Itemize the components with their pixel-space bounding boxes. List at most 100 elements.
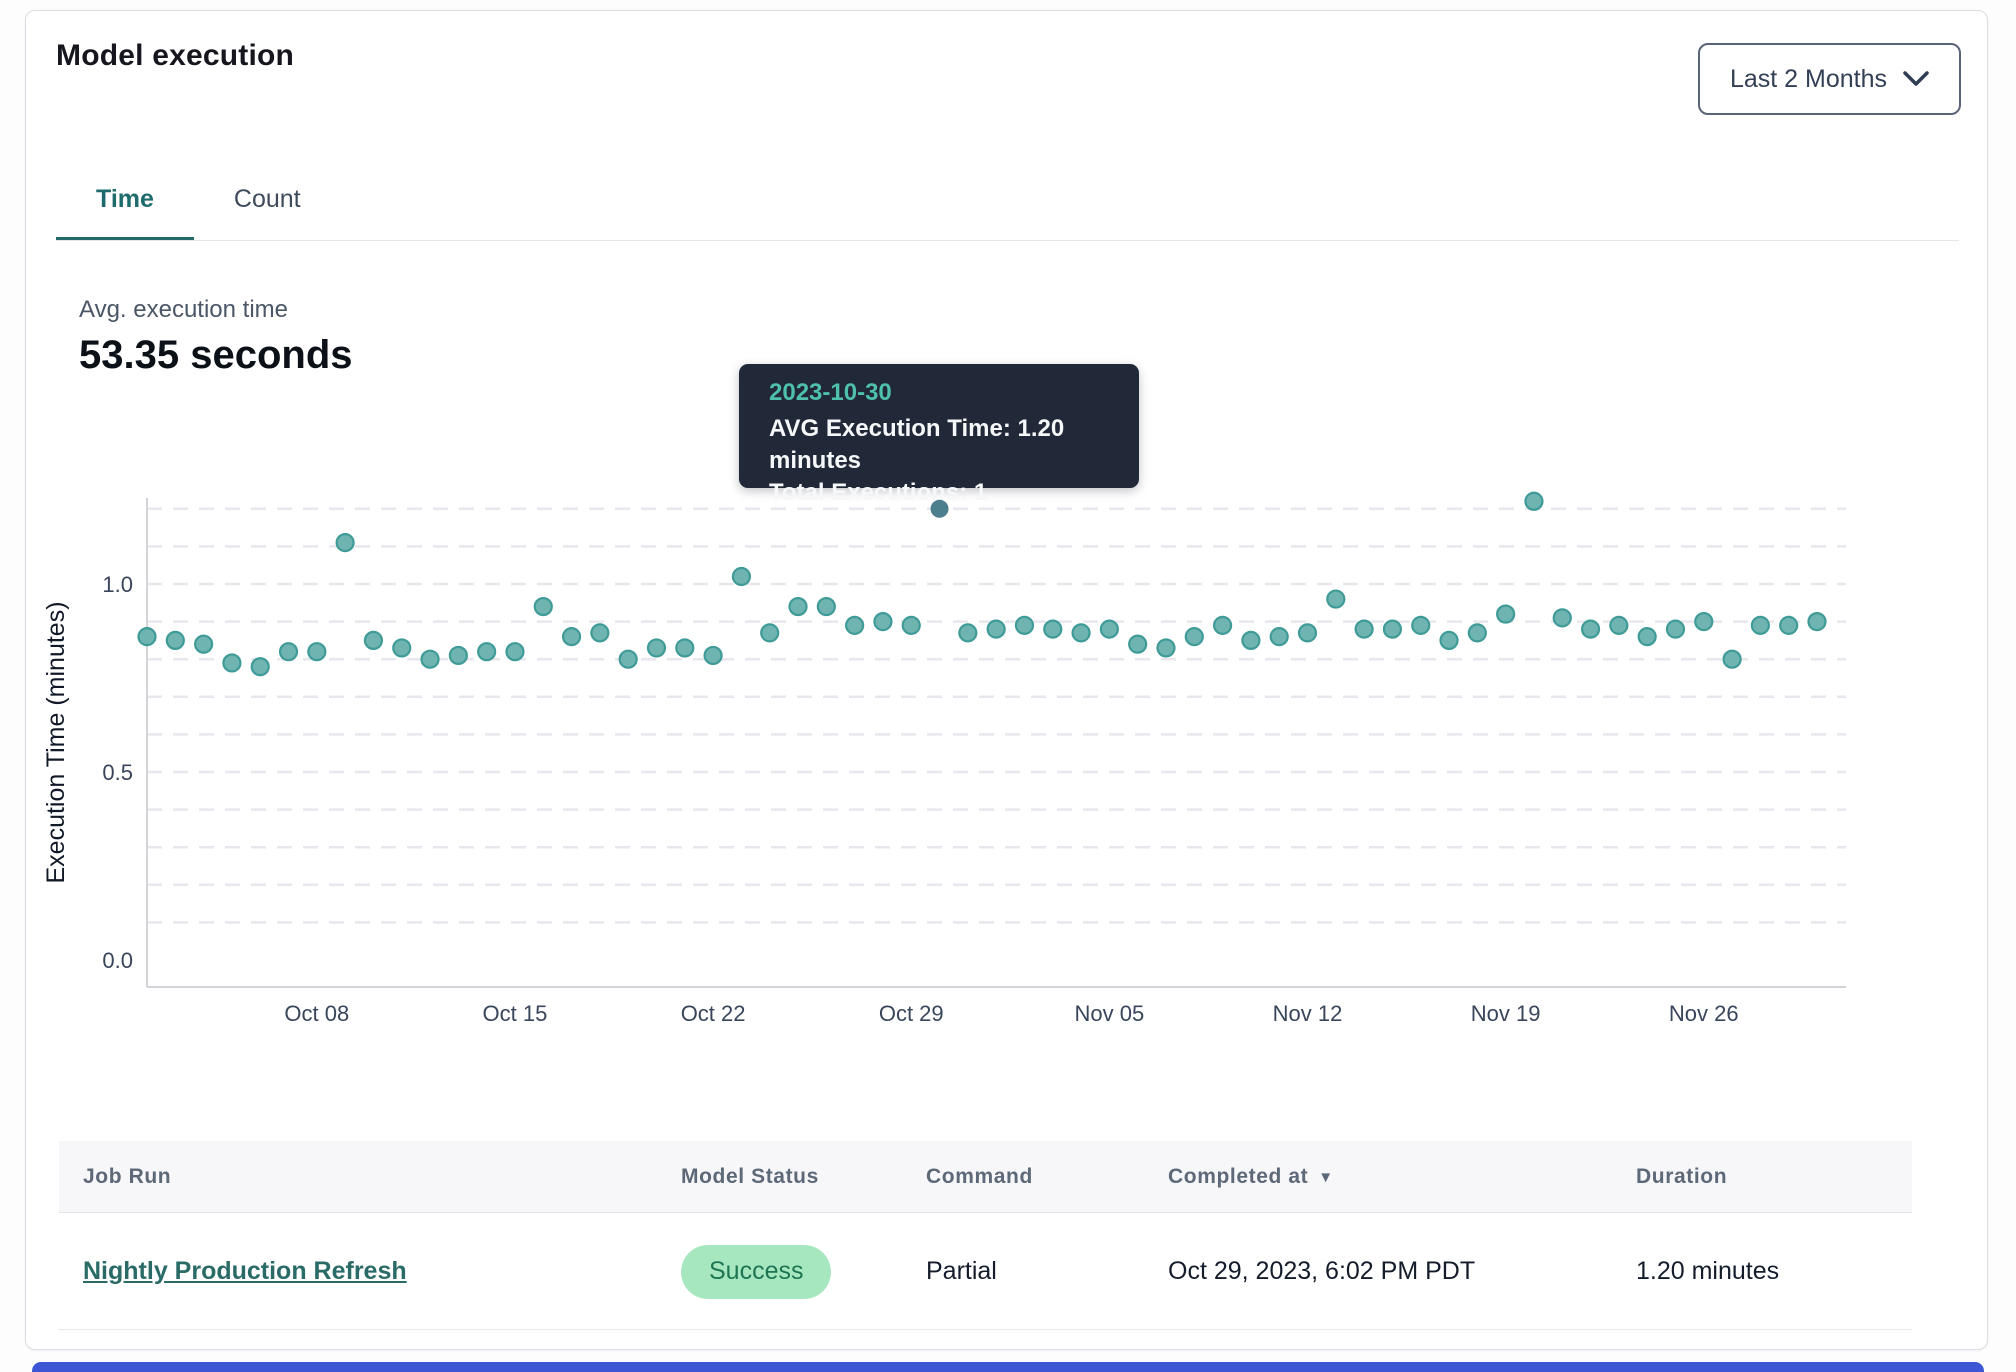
tab-time[interactable]: Time <box>56 161 194 240</box>
scatter-point[interactable] <box>988 621 1005 638</box>
scatter-point[interactable] <box>705 647 722 664</box>
table-header-row: Job Run Model Status Command Completed a… <box>59 1141 1912 1213</box>
header-command[interactable]: Command <box>926 1141 1033 1213</box>
scatter-point[interactable] <box>818 598 835 615</box>
duration-cell: 1.20 minutes <box>1636 1213 1779 1330</box>
job-runs-table: Job Run Model Status Command Completed a… <box>59 1141 1912 1330</box>
header-model-status[interactable]: Model Status <box>681 1141 819 1213</box>
scatter-point[interactable] <box>1639 628 1656 645</box>
scatter-point[interactable] <box>1356 621 1373 638</box>
scatter-point[interactable] <box>337 534 354 551</box>
date-range-label: Last 2 Months <box>1730 65 1887 94</box>
y-tick-label: 1.0 <box>102 572 133 597</box>
y-axis-title: Execution Time (minutes) <box>42 601 70 883</box>
scatter-point[interactable] <box>139 628 156 645</box>
scatter-point[interactable] <box>1214 617 1231 634</box>
execution-time-scatter-chart: 0.0 0.5 1.0 Execution Time (minutes) Oct 08 O… <box>26 461 1989 1041</box>
header-completed-at[interactable]: Completed at ▼ <box>1168 1141 1334 1213</box>
chevron-down-icon <box>1903 71 1929 87</box>
scatter-point[interactable] <box>1525 493 1542 510</box>
scatter-point[interactable] <box>1101 621 1118 638</box>
x-tick-label: Oct 22 <box>681 1001 746 1026</box>
scatter-point[interactable] <box>1441 632 1458 649</box>
scatter-point[interactable] <box>223 654 240 671</box>
tab-count[interactable]: Count <box>194 161 341 240</box>
scatter-point[interactable] <box>1497 606 1514 623</box>
scatter-point[interactable] <box>1724 651 1741 668</box>
scatter-point[interactable] <box>1384 621 1401 638</box>
tooltip-date: 2023-10-30 <box>769 379 1109 407</box>
scatter-point[interactable] <box>365 632 382 649</box>
scatter-point[interactable] <box>903 617 920 634</box>
scatter-point[interactable] <box>478 643 495 660</box>
scatter-point[interactable] <box>1808 613 1825 630</box>
y-tick-label: 0.5 <box>102 760 133 785</box>
scatter-point[interactable] <box>676 639 693 656</box>
scatter-point[interactable] <box>1327 591 1344 608</box>
scatter-point[interactable] <box>1186 628 1203 645</box>
scatter-point[interactable] <box>648 639 665 656</box>
scatter-point[interactable] <box>1299 624 1316 641</box>
scatter-point[interactable] <box>1129 636 1146 653</box>
completed-at-cell: Oct 29, 2023, 6:02 PM PDT <box>1168 1213 1475 1330</box>
avg-execution-time-value: 53.35 seconds <box>79 333 353 378</box>
scatter-point[interactable] <box>167 632 184 649</box>
x-tick-label: Nov 19 <box>1471 1001 1541 1026</box>
scatter-plot-svg: 0.0 0.5 1.0 Execution Time (minutes) Oct 08 O… <box>26 461 1989 1041</box>
scatter-point[interactable] <box>1271 628 1288 645</box>
x-tick-label: Nov 12 <box>1273 1001 1343 1026</box>
scatter-point[interactable] <box>959 624 976 641</box>
scatter-point[interactable] <box>790 598 807 615</box>
scatter-point[interactable] <box>393 639 410 656</box>
scatter-point[interactable] <box>1695 613 1712 630</box>
scatter-point[interactable] <box>591 624 608 641</box>
scatter-point[interactable] <box>1554 609 1571 626</box>
scatter-point[interactable] <box>874 613 891 630</box>
scatter-point[interactable] <box>1157 639 1174 656</box>
scatter-point[interactable] <box>1412 617 1429 634</box>
scatter-point[interactable] <box>195 636 212 653</box>
command-cell: Partial <box>926 1213 997 1330</box>
x-tick-label: Nov 26 <box>1669 1001 1739 1026</box>
y-tick-label: 0.0 <box>102 948 133 973</box>
date-range-dropdown[interactable]: Last 2 Months <box>1698 43 1961 115</box>
scatter-point[interactable] <box>252 658 269 675</box>
chart-tabs: Time Count <box>56 161 1959 241</box>
x-tick-label: Oct 29 <box>879 1001 944 1026</box>
scatter-point[interactable] <box>1780 617 1797 634</box>
scatter-point[interactable] <box>1610 617 1627 634</box>
model-execution-card: Model execution Last 2 Months Time Count… <box>25 10 1988 1350</box>
scatter-point[interactable] <box>1469 624 1486 641</box>
sort-desc-icon[interactable]: ▼ <box>1318 1169 1333 1186</box>
scatter-point[interactable] <box>761 624 778 641</box>
x-tick-label: Oct 08 <box>284 1001 349 1026</box>
scatter-point[interactable] <box>1242 632 1259 649</box>
job-run-link[interactable]: Nightly Production Refresh <box>83 1257 407 1286</box>
scatter-point[interactable] <box>308 643 325 660</box>
scatter-point[interactable] <box>1752 617 1769 634</box>
scatter-point[interactable] <box>450 647 467 664</box>
page-title: Model execution <box>56 39 294 73</box>
scatter-point[interactable] <box>1073 624 1090 641</box>
scatter-point-highlighted[interactable] <box>931 500 949 518</box>
scatter-point[interactable] <box>1667 621 1684 638</box>
next-card-top-edge <box>32 1362 1984 1372</box>
scatter-point[interactable] <box>563 628 580 645</box>
header-job-run[interactable]: Job Run <box>83 1141 171 1213</box>
avg-execution-time-label: Avg. execution time <box>79 296 288 324</box>
scatter-point[interactable] <box>422 651 439 668</box>
scatter-point[interactable] <box>535 598 552 615</box>
scatter-point[interactable] <box>1582 621 1599 638</box>
scatter-point[interactable] <box>1016 617 1033 634</box>
scatter-point[interactable] <box>733 568 750 585</box>
x-tick-label: Oct 15 <box>483 1001 548 1026</box>
table-row: Nightly Production Refresh Success Parti… <box>59 1213 1912 1330</box>
status-badge: Success <box>681 1245 831 1299</box>
scatter-point[interactable] <box>1044 621 1061 638</box>
scatter-point[interactable] <box>506 643 523 660</box>
header-duration[interactable]: Duration <box>1636 1141 1727 1213</box>
scatter-point[interactable] <box>280 643 297 660</box>
scatter-point[interactable] <box>846 617 863 634</box>
x-tick-label: Nov 05 <box>1075 1001 1145 1026</box>
scatter-point[interactable] <box>620 651 637 668</box>
